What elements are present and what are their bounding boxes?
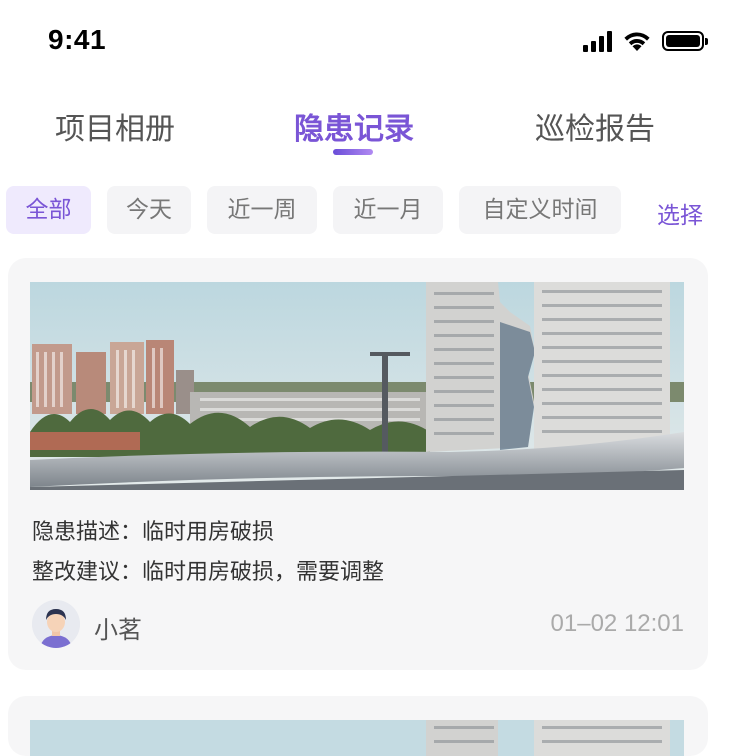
record-timestamp: 01–02 12:01 [550, 610, 684, 637]
active-tab-indicator [333, 149, 373, 155]
filter-chip-all[interactable]: 全部 [6, 186, 91, 234]
status-icons [583, 30, 708, 52]
hazard-record-card[interactable] [8, 696, 708, 756]
status-time: 9:41 [48, 24, 107, 55]
filter-chip-today[interactable]: 今天 [107, 186, 191, 234]
filter-chip-custom-time[interactable]: 自定义时间 [459, 186, 621, 234]
wifi-icon [624, 32, 650, 51]
construction-site-photo[interactable] [30, 720, 684, 756]
avatar [32, 600, 80, 648]
tab-inspection-report[interactable]: 巡检报告 [535, 104, 655, 148]
user-name: 小茗 [94, 616, 142, 644]
rectification-suggestion: 整改建议：临时用房破损，需要调整 [32, 560, 385, 585]
tab-project-album[interactable]: 项目相册 [55, 104, 175, 148]
filter-chip-month[interactable]: 近一月 [333, 186, 443, 234]
construction-site-photo[interactable] [30, 282, 684, 490]
hazard-record-card[interactable]: 隐患描述：临时用房破损 整改建议：临时用房破损，需要调整 小茗 01–02 12… [8, 258, 708, 670]
signal-icon [583, 30, 612, 52]
filter-chip-week[interactable]: 近一周 [207, 186, 317, 234]
tab-bar: 项目相册 隐患记录 巡检报告 [0, 104, 732, 164]
tab-hazard-records[interactable]: 隐患记录 [294, 104, 414, 148]
hazard-description: 隐患描述：临时用房破损 [32, 520, 275, 545]
battery-icon [662, 31, 708, 51]
select-button[interactable]: 选择 [657, 196, 703, 230]
status-bar: 9:41 [0, 0, 732, 88]
